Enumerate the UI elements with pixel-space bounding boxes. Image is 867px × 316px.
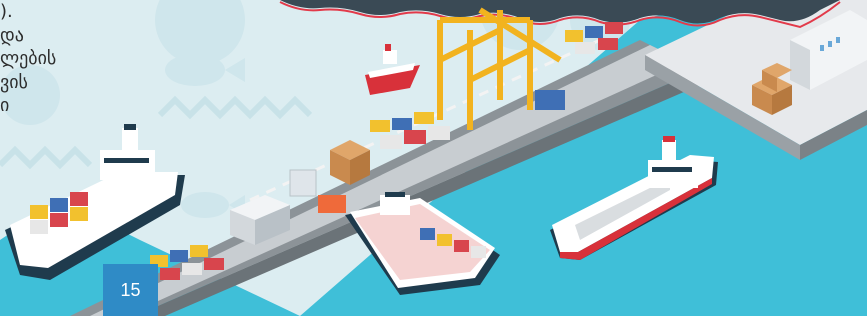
text-line: და: [0, 24, 24, 46]
page-number: 15: [103, 264, 158, 316]
text-line: ).: [0, 1, 13, 22]
text-fragment: ). და ლების ვის ი: [0, 0, 110, 118]
text-line: ვის: [0, 71, 28, 93]
text-line: ლების: [0, 48, 57, 69]
text-line: ი: [0, 95, 10, 116]
textbook-page: ). და ლების ვის ი 15: [0, 0, 867, 316]
crane-container: [535, 90, 565, 110]
